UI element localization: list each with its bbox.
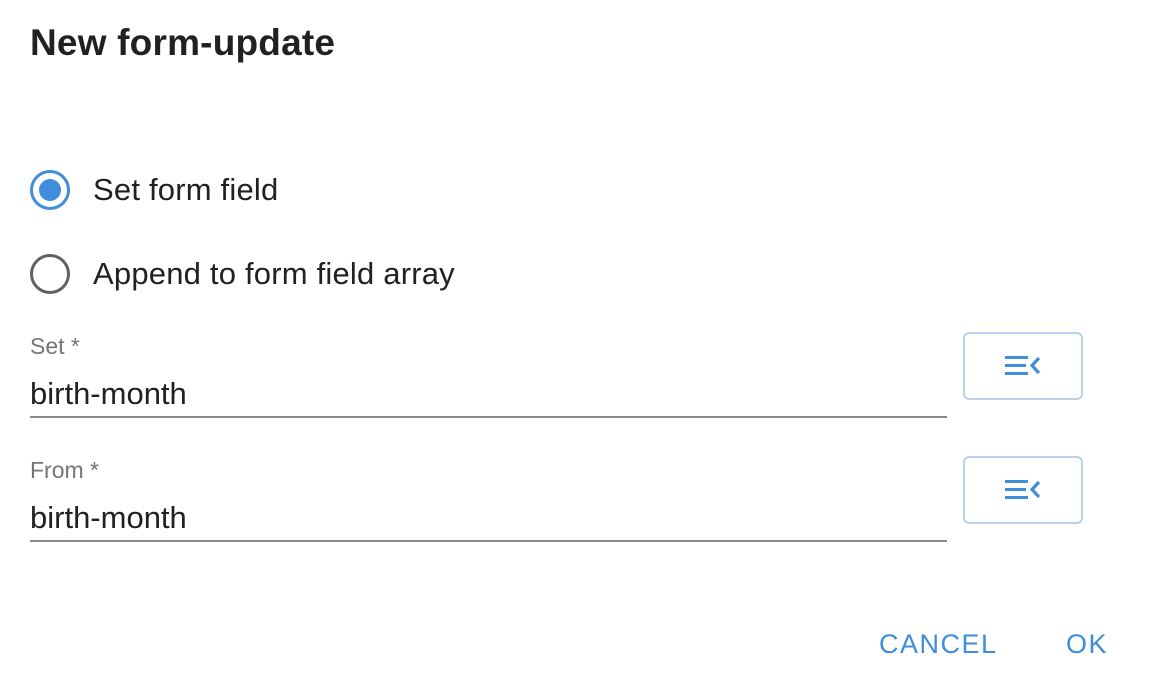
list-select-icon <box>1003 352 1043 380</box>
radio-option-append-to-array[interactable]: Append to form field array <box>30 252 455 296</box>
from-field-label: From * <box>30 457 99 483</box>
list-select-icon <box>1003 476 1043 504</box>
radio-selected-dot <box>39 179 61 201</box>
ok-button[interactable]: OK <box>1066 624 1108 664</box>
radio-label-append-to-array[interactable]: Append to form field array <box>93 256 455 292</box>
form-update-dialog: New form-update Set form field Append to… <box>0 0 1152 678</box>
from-field-input[interactable] <box>30 496 947 542</box>
set-field-input[interactable] <box>30 372 947 418</box>
radio-button-unchecked[interactable] <box>30 254 70 294</box>
cancel-button[interactable]: CANCEL <box>879 624 998 664</box>
dialog-title: New form-update <box>30 22 336 63</box>
radio-option-set-form-field[interactable]: Set form field <box>30 168 278 212</box>
set-field: Set * <box>30 330 947 418</box>
from-field: From * <box>30 454 947 542</box>
radio-button-checked[interactable] <box>30 170 70 210</box>
radio-label-set-form-field[interactable]: Set form field <box>93 172 278 208</box>
set-field-label: Set * <box>30 333 80 359</box>
set-field-picker-button[interactable] <box>963 332 1083 400</box>
from-field-picker-button[interactable] <box>963 456 1083 524</box>
